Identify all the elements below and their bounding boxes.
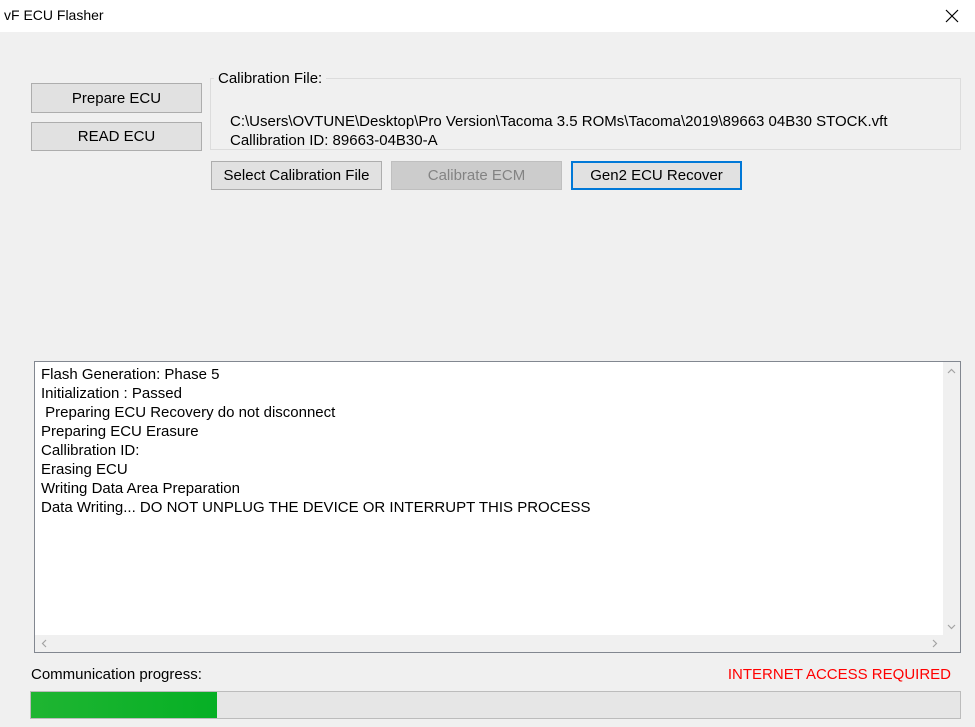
log-line: Data Writing... DO NOT UNPLUG THE DEVICE…: [41, 499, 591, 516]
scroll-right-arrow[interactable]: [926, 635, 943, 652]
read-ecu-button[interactable]: READ ECU: [31, 122, 202, 151]
scrollbar-corner: [943, 635, 960, 652]
gen2-ecu-recover-button[interactable]: Gen2 ECU Recover: [571, 161, 742, 190]
communication-progress-label: Communication progress:: [31, 666, 202, 683]
log-lines: Flash Generation: Phase 5 Initialization…: [41, 365, 591, 517]
chevron-up-icon: [947, 368, 956, 373]
horizontal-scrollbar[interactable]: [35, 635, 943, 652]
scroll-down-arrow[interactable]: [943, 618, 960, 635]
log-line: Writing Data Area Preparation: [41, 480, 240, 497]
select-calibration-file-button[interactable]: Select Calibration File: [211, 161, 382, 190]
scroll-left-arrow[interactable]: [35, 635, 52, 652]
communication-progress-bar: [30, 691, 961, 719]
log-textbox[interactable]: Flash Generation: Phase 5 Initialization…: [34, 361, 961, 653]
calibration-file-path: C:\Users\OVTUNE\Desktop\Pro Version\Taco…: [230, 113, 888, 130]
calibration-group-label: Calibration File:: [214, 70, 327, 87]
calibration-id: Callibration ID: 89663-04B30-A: [230, 132, 438, 149]
log-line: Callibration ID:: [41, 442, 140, 459]
internet-access-notice: INTERNET ACCESS REQUIRED: [727, 666, 951, 683]
vertical-scrollbar[interactable]: [943, 362, 960, 635]
chevron-right-icon: [932, 639, 937, 648]
log-line: Preparing ECU Recovery do not disconnect: [41, 404, 336, 421]
log-line: Initialization : Passed: [41, 385, 182, 402]
close-icon: [945, 9, 959, 23]
chevron-left-icon: [41, 639, 46, 648]
log-line: Erasing ECU: [41, 461, 128, 478]
title-bar: vF ECU Flasher: [0, 0, 975, 32]
window-title: vF ECU Flasher: [4, 7, 104, 23]
scroll-up-arrow[interactable]: [943, 362, 960, 379]
calibrate-ecm-button[interactable]: Calibrate ECM: [391, 161, 562, 190]
progress-fill: [31, 692, 217, 718]
prepare-ecu-button[interactable]: Prepare ECU: [31, 83, 202, 113]
chevron-down-icon: [947, 624, 956, 629]
close-button[interactable]: [929, 0, 975, 32]
log-line: Flash Generation: Phase 5: [41, 366, 220, 383]
log-line: Preparing ECU Erasure: [41, 423, 199, 440]
